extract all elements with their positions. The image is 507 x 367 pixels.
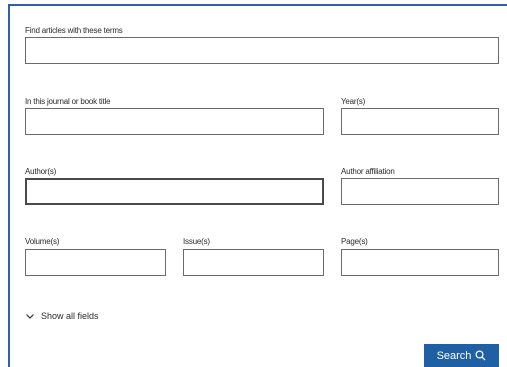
pages-label: Page(s) bbox=[341, 237, 368, 246]
show-all-fields-label: Show all fields bbox=[41, 311, 99, 321]
authors-input[interactable] bbox=[25, 178, 324, 205]
terms-label: Find articles with these terms bbox=[25, 26, 123, 35]
search-button[interactable]: Search bbox=[424, 344, 499, 367]
affiliation-label: Author affiliation bbox=[341, 167, 395, 176]
search-icon bbox=[475, 350, 486, 361]
search-button-label: Search bbox=[436, 349, 472, 362]
terms-input[interactable] bbox=[25, 37, 499, 64]
show-all-fields-toggle[interactable]: Show all fields bbox=[25, 311, 99, 321]
affiliation-input[interactable] bbox=[341, 178, 499, 205]
years-label: Year(s) bbox=[341, 97, 366, 106]
issues-label: Issue(s) bbox=[183, 237, 210, 246]
issues-input[interactable] bbox=[183, 249, 324, 276]
years-input[interactable] bbox=[341, 108, 499, 135]
journal-input[interactable] bbox=[25, 108, 324, 135]
pages-input[interactable] bbox=[341, 249, 499, 276]
journal-label: In this journal or book title bbox=[25, 97, 111, 106]
chevron-down-icon bbox=[25, 311, 35, 321]
volumes-label: Volume(s) bbox=[25, 237, 60, 246]
volumes-input[interactable] bbox=[25, 249, 166, 276]
authors-label: Author(s) bbox=[25, 167, 57, 176]
